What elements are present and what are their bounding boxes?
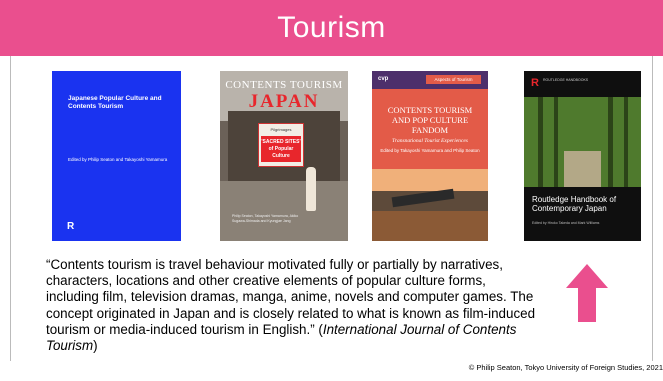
arrow-shape [566, 264, 608, 322]
routledge-logo-icon: R [531, 77, 539, 89]
book-series: Aspects of Tourism [426, 75, 481, 84]
cover-photo-figure [306, 167, 316, 211]
badge-main-text: 'SACRED SITES' of Popular Culture [261, 136, 301, 162]
book-title-line2: JAPAN [248, 91, 320, 112]
cover-photo-path [564, 151, 601, 187]
slide-title: Tourism [277, 11, 386, 44]
frame-line-right [652, 56, 653, 361]
definition-quote: “Contents tourism is travel behaviour mo… [46, 257, 536, 354]
book-editors: Edited by Hiroko Takeda and Mark William… [532, 221, 600, 225]
book-title-line1: CONTENTS TOURISM [225, 79, 343, 91]
cover-photo-ground [220, 181, 348, 241]
book-cover-pop-culture-fandom: cvp Aspects of Tourism CONTENTS TOURISM … [372, 71, 488, 241]
book-badge: Pilgrimages 'SACRED SITES' of Popular Cu… [258, 123, 304, 167]
routledge-logo-icon: R [67, 221, 75, 232]
book-title: Japanese Popular Culture and Contents To… [68, 95, 162, 110]
frame-line-left [10, 56, 11, 361]
book-cover-routledge-handbook: R ROUTLEDGE HANDBOOKS Routledge Handbook… [524, 71, 641, 241]
cover-photo-tree [538, 97, 543, 187]
quote-close: ) [93, 338, 98, 354]
book-title: Routledge Handbook of Contemporary Japan [532, 195, 617, 213]
cvp-logo-icon: cvp [378, 76, 389, 82]
copyright-footer: © Philip Seaton, Tokyo University of For… [468, 363, 663, 372]
cover-photo-tree [554, 97, 558, 187]
cover-photo-tree [624, 97, 628, 187]
book-authors: Philip Seaton, Takayoshi Yamamura, Akiko… [232, 214, 299, 223]
slide-header: Tourism [0, 0, 663, 56]
book-cover-japanese-popular-culture: Japanese Popular Culture and Contents To… [52, 71, 181, 241]
book-series: ROUTLEDGE HANDBOOKS [543, 78, 589, 82]
badge-top-text: Pilgrimages [270, 127, 292, 132]
book-cover-contents-tourism-japan: CONTENTS TOURISM JAPAN Pilgrimages 'SACR… [220, 71, 348, 241]
cover-header-band [524, 71, 641, 97]
up-arrow-icon [566, 264, 608, 322]
book-editors: Edited by Takayoshi Yamamura and Philip … [380, 148, 480, 153]
book-title: CONTENTS TOURISM AND POP CULTURE FANDOM [387, 105, 473, 135]
cover-photo-tree [608, 97, 613, 187]
book-subtitle: Transnational Tourist Experiences [392, 138, 468, 144]
book-editors: Edited by Philip Seaton and Takayoshi Ya… [68, 157, 168, 162]
